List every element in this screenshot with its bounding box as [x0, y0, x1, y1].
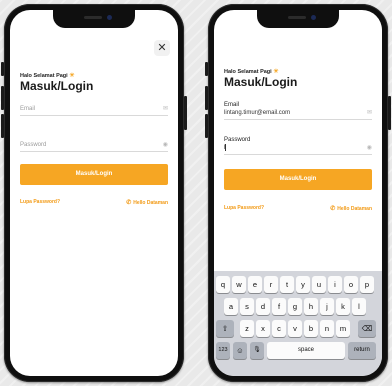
- key-k[interactable]: k: [336, 298, 350, 315]
- phone-icon: ✆: [126, 200, 132, 206]
- text-cursor: [225, 143, 226, 151]
- key-a[interactable]: a: [224, 298, 238, 315]
- phone-frame-right: Halo Selamat Pagi ☀ Masuk/Login Email li…: [205, 4, 391, 382]
- notch: [257, 10, 339, 28]
- key-m[interactable]: m: [336, 320, 350, 337]
- mail-icon: ✉: [162, 106, 168, 112]
- email-field[interactable]: Email ✉: [20, 103, 168, 116]
- close-icon: ✕: [157, 42, 167, 54]
- emoji-icon: ☺: [236, 346, 244, 355]
- space-key[interactable]: space: [267, 342, 345, 359]
- email-field[interactable]: lintang.timur@email.com ✉: [224, 107, 372, 120]
- emoji-key[interactable]: ☺: [233, 342, 247, 359]
- key-l[interactable]: l: [352, 298, 366, 315]
- greeting: Halo Selamat Pagi ☀: [20, 73, 75, 79]
- keyboard: q w e r t y u i o p a s d f g h j k l ⇧ …: [214, 271, 382, 376]
- help-link[interactable]: ✆ Hello Dataman: [330, 205, 372, 212]
- greeting: Halo Selamat Pagi ☀: [224, 69, 279, 75]
- phone-frame-left: ✕ Halo Selamat Pagi ☀ Masuk/Login Email …: [1, 4, 187, 382]
- microphone-icon: 🎙: [253, 347, 261, 353]
- key-x[interactable]: x: [256, 320, 270, 337]
- key-z[interactable]: z: [240, 320, 254, 337]
- password-field[interactable]: l ◉: [224, 142, 372, 155]
- shift-key[interactable]: ⇧: [216, 320, 234, 337]
- key-f[interactable]: f: [272, 298, 286, 315]
- numbers-key[interactable]: 123: [216, 342, 230, 359]
- key-u[interactable]: u: [312, 276, 326, 293]
- key-y[interactable]: y: [296, 276, 310, 293]
- shift-icon: ⇧: [221, 324, 229, 333]
- key-g[interactable]: g: [288, 298, 302, 315]
- delete-key[interactable]: ⌫: [358, 320, 376, 337]
- login-button[interactable]: Masuk/Login: [20, 164, 168, 185]
- forgot-password-link[interactable]: Lupa Password?: [20, 199, 60, 205]
- notch: [53, 10, 135, 28]
- login-button[interactable]: Masuk/Login: [224, 169, 372, 190]
- key-w[interactable]: w: [232, 276, 246, 293]
- key-p[interactable]: p: [360, 276, 374, 293]
- backspace-icon: ⌫: [361, 324, 373, 333]
- key-i[interactable]: i: [328, 276, 342, 293]
- key-e[interactable]: e: [248, 276, 262, 293]
- forgot-password-link[interactable]: Lupa Password?: [224, 205, 264, 211]
- page-title: Masuk/Login: [224, 75, 298, 89]
- eye-icon: ◉: [366, 145, 372, 151]
- phone-icon: ✆: [330, 206, 336, 212]
- key-c[interactable]: c: [272, 320, 286, 337]
- key-r[interactable]: r: [264, 276, 278, 293]
- key-b[interactable]: b: [304, 320, 318, 337]
- login-screen-filled: Halo Selamat Pagi ☀ Masuk/Login Email li…: [214, 10, 382, 376]
- eye-icon: ◉: [162, 142, 168, 148]
- key-o[interactable]: o: [344, 276, 358, 293]
- key-v[interactable]: v: [288, 320, 302, 337]
- key-h[interactable]: h: [304, 298, 318, 315]
- key-d[interactable]: d: [256, 298, 270, 315]
- help-link[interactable]: ✆ Hello Dataman: [126, 199, 168, 206]
- mic-key[interactable]: 🎙: [250, 342, 264, 359]
- page-title: Masuk/Login: [20, 79, 94, 93]
- mail-icon: ✉: [366, 110, 372, 116]
- key-q[interactable]: q: [216, 276, 230, 293]
- key-n[interactable]: n: [320, 320, 334, 337]
- login-screen-empty: ✕ Halo Selamat Pagi ☀ Masuk/Login Email …: [10, 10, 178, 376]
- key-t[interactable]: t: [280, 276, 294, 293]
- return-key[interactable]: return: [348, 342, 376, 359]
- close-button[interactable]: ✕: [154, 40, 170, 56]
- password-field[interactable]: Password ◉: [20, 139, 168, 152]
- key-s[interactable]: s: [240, 298, 254, 315]
- key-j[interactable]: j: [320, 298, 334, 315]
